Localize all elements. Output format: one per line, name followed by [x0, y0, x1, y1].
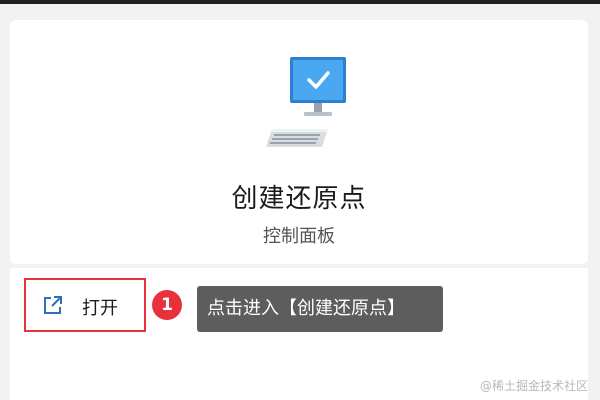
app-info-card: 创建还原点 控制面板: [10, 20, 588, 264]
watermark: @稀土掘金技术社区: [479, 379, 588, 393]
app-subtitle: 控制面板: [263, 226, 335, 247]
annotation-tooltip: 点击进入【创建还原点】: [197, 286, 443, 332]
monitor-checkmark-icon: [266, 57, 346, 147]
top-bar: [0, 0, 600, 4]
open-external-icon: [44, 296, 62, 314]
open-button[interactable]: 打开: [24, 278, 146, 332]
open-button-label: 打开: [82, 298, 118, 319]
step-badge: 1: [152, 290, 182, 320]
app-title: 创建还原点: [231, 184, 367, 214]
